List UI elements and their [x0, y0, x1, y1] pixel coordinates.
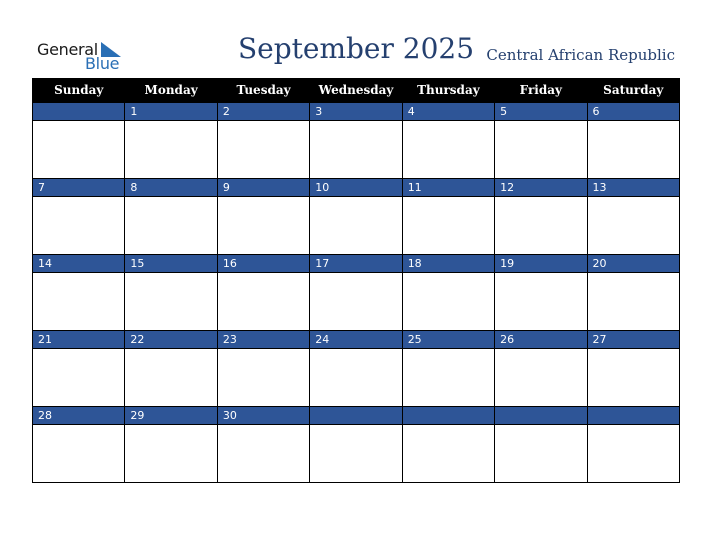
- date-number: 26: [494, 330, 588, 349]
- date-number: 24: [309, 330, 403, 349]
- date-number: 2: [216, 102, 311, 121]
- date-number: 19: [494, 254, 588, 273]
- date-number: 22: [124, 330, 218, 349]
- day-cell[interactable]: [216, 272, 311, 331]
- date-number: 9: [216, 178, 311, 197]
- date-number: 28: [31, 406, 126, 425]
- month-year-title: September 2025: [237, 32, 475, 65]
- date-number: [586, 406, 681, 425]
- week-body-row: [31, 424, 681, 483]
- day-cell[interactable]: [309, 120, 403, 179]
- country-name: Central African Republic: [486, 46, 675, 64]
- day-cell[interactable]: [401, 120, 496, 179]
- day-cell[interactable]: [31, 272, 126, 331]
- week-body-row: [31, 348, 681, 407]
- week-body-row: [31, 196, 681, 255]
- day-cell[interactable]: [401, 424, 496, 483]
- weekday-header-row: Sunday Monday Tuesday Wednesday Thursday…: [31, 78, 681, 103]
- date-number: 10: [309, 178, 403, 197]
- date-number: 11: [401, 178, 496, 197]
- day-cell[interactable]: [124, 272, 218, 331]
- day-cell[interactable]: [124, 120, 218, 179]
- week-body-row: [31, 120, 681, 179]
- day-cell[interactable]: [216, 348, 311, 407]
- date-number: 30: [216, 406, 311, 425]
- weekday-sunday: Sunday: [31, 78, 126, 103]
- day-cell[interactable]: [586, 348, 681, 407]
- date-number: 20: [586, 254, 681, 273]
- day-cell[interactable]: [309, 424, 403, 483]
- week-date-band: 123456: [31, 102, 681, 121]
- date-number: 18: [401, 254, 496, 273]
- date-number: 7: [31, 178, 126, 197]
- calendar-grid: Sunday Monday Tuesday Wednesday Thursday…: [31, 78, 681, 483]
- date-number: 6: [586, 102, 681, 121]
- date-number: 29: [124, 406, 218, 425]
- weekday-thursday: Thursday: [401, 78, 496, 103]
- day-cell[interactable]: [309, 272, 403, 331]
- date-number: 23: [216, 330, 311, 349]
- day-cell[interactable]: [309, 196, 403, 255]
- date-number: 16: [216, 254, 311, 273]
- date-number: 27: [586, 330, 681, 349]
- day-cell[interactable]: [31, 424, 126, 483]
- calendar-body: 1 2 3 4 5 6 7 8 9 10 11 12 13 14 15 16 17 18 19 20 21 22 23 24 2…: [31, 102, 681, 483]
- date-number: 12: [494, 178, 588, 197]
- week-date-band: 21 22 23 24 25 26 27: [31, 330, 681, 349]
- date-number: 21: [31, 330, 126, 349]
- day-cell[interactable]: [586, 272, 681, 331]
- day-cell[interactable]: [124, 196, 218, 255]
- date-number: [494, 406, 588, 425]
- date-number: 3: [309, 102, 403, 121]
- date-number: 17: [309, 254, 403, 273]
- day-cell[interactable]: [216, 196, 311, 255]
- date-number: 8: [124, 178, 218, 197]
- date-number: 1: [124, 102, 218, 121]
- date-number: 14: [31, 254, 126, 273]
- date-number: 13: [586, 178, 681, 197]
- day-cell[interactable]: [494, 424, 588, 483]
- week-date-band: 7 8 9 10 11 12 13: [31, 178, 681, 197]
- day-cell[interactable]: [494, 120, 588, 179]
- week-date-band: 28 29 30: [31, 406, 681, 425]
- weekday-friday: Friday: [494, 78, 588, 103]
- day-cell[interactable]: [124, 348, 218, 407]
- day-cell[interactable]: [586, 424, 681, 483]
- day-cell[interactable]: [401, 348, 496, 407]
- date-number: [31, 102, 126, 121]
- date-number: 25: [401, 330, 496, 349]
- date-number: [401, 406, 496, 425]
- day-cell[interactable]: [494, 196, 588, 255]
- weekday-wednesday: Wednesday: [309, 78, 403, 103]
- week-body-row: [31, 272, 681, 331]
- day-cell[interactable]: [401, 272, 496, 331]
- date-number: 15: [124, 254, 218, 273]
- day-cell[interactable]: [586, 196, 681, 255]
- weekday-tuesday: Tuesday: [216, 78, 311, 103]
- weekday-monday: Monday: [124, 78, 218, 103]
- day-cell[interactable]: [124, 424, 218, 483]
- day-cell[interactable]: [494, 348, 588, 407]
- day-cell[interactable]: [216, 120, 311, 179]
- week-date-band: 14 15 16 17 18 19 20: [31, 254, 681, 273]
- date-number: [309, 406, 403, 425]
- weekday-saturday: Saturday: [586, 78, 681, 103]
- date-number: 5: [494, 102, 588, 121]
- day-cell[interactable]: [31, 120, 126, 179]
- date-number: 4: [401, 102, 496, 121]
- day-cell[interactable]: [31, 348, 126, 407]
- day-cell[interactable]: [309, 348, 403, 407]
- day-cell[interactable]: [31, 196, 126, 255]
- day-cell[interactable]: [494, 272, 588, 331]
- day-cell[interactable]: [216, 424, 311, 483]
- day-cell[interactable]: [586, 120, 681, 179]
- day-cell[interactable]: [401, 196, 496, 255]
